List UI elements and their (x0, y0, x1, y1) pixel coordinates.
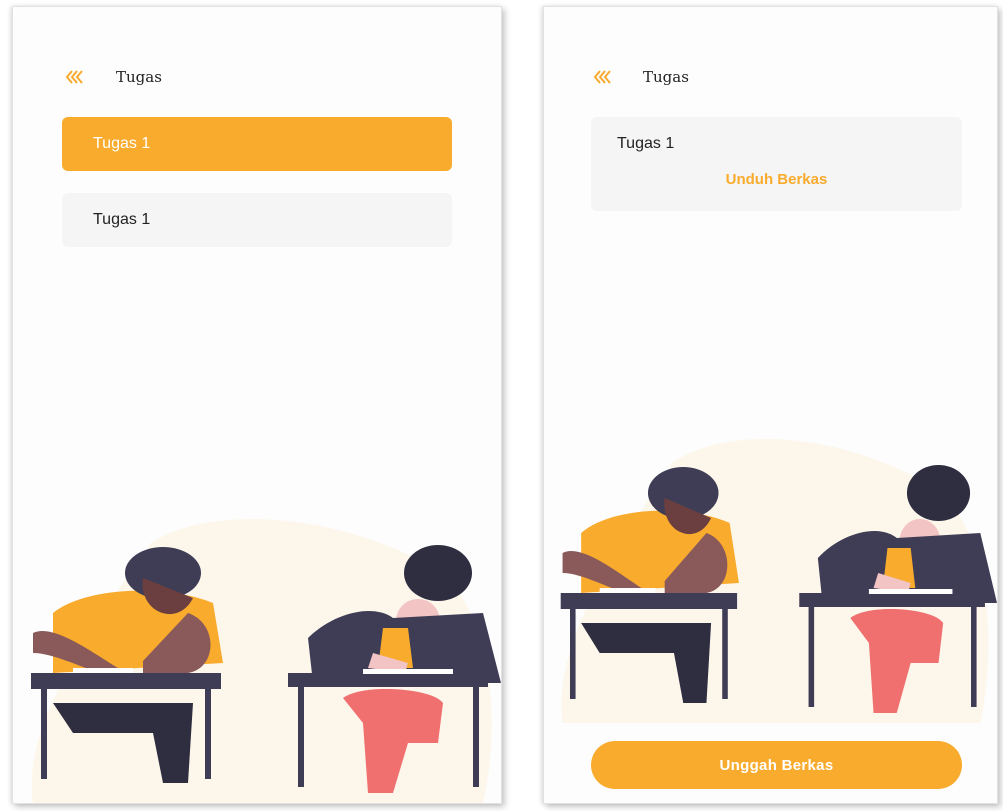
header: Tugas (544, 65, 997, 89)
students-writing-illustration (31, 519, 501, 803)
task-item-selected[interactable]: Tugas 1 (62, 117, 452, 171)
page-title: Tugas (643, 68, 689, 86)
task-detail-screen: Tugas Tugas 1 Unduh Berkas Unggah Berkas (543, 6, 998, 804)
task-list-screen: Tugas Tugas 1 Tugas 1 (12, 6, 502, 804)
download-file-link[interactable]: Unduh Berkas (591, 171, 962, 188)
task-title: Tugas 1 (617, 135, 675, 152)
double-chevron-left-icon[interactable] (591, 65, 615, 89)
header: Tugas (13, 65, 501, 89)
task-item[interactable]: Tugas 1 (62, 193, 452, 247)
students-writing-illustration (560, 439, 997, 723)
double-chevron-left-icon[interactable] (63, 65, 87, 89)
page-title: Tugas (116, 68, 162, 86)
upload-file-button[interactable]: Unggah Berkas (591, 741, 962, 789)
task-detail-card: Tugas 1 Unduh Berkas (591, 117, 962, 211)
